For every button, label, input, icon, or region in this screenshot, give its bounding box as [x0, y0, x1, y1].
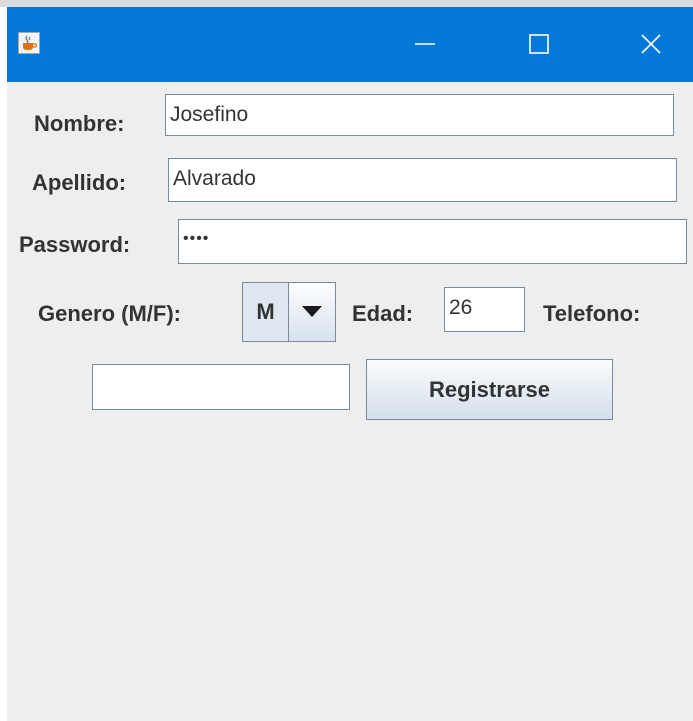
telefono-field[interactable] — [92, 364, 350, 410]
maximize-button[interactable] — [511, 7, 567, 82]
telefono-label: Telefono: — [543, 301, 641, 326]
dropdown-arrow-button[interactable] — [290, 283, 335, 341]
edad-field[interactable]: 26 — [444, 287, 525, 332]
close-icon — [641, 34, 661, 54]
title-bar[interactable] — [7, 7, 693, 82]
genero-label: Genero (M/F): — [38, 301, 181, 326]
chevron-down-icon — [302, 306, 322, 317]
app-window: Nombre: Josefino Apellido: Alvarado Pass… — [7, 7, 693, 721]
apellido-label: Apellido: — [32, 170, 127, 195]
maximize-icon — [529, 34, 549, 54]
registrarse-button[interactable]: Registrarse — [366, 359, 613, 420]
genero-select[interactable]: M — [242, 282, 336, 342]
password-label: Password: — [19, 232, 131, 257]
minimize-icon — [415, 43, 435, 45]
genero-selected-value: M — [243, 283, 289, 341]
minimize-button[interactable] — [397, 7, 453, 82]
password-field[interactable]: •••• — [178, 219, 687, 264]
nombre-label: Nombre: — [34, 111, 125, 136]
apellido-field[interactable]: Alvarado — [168, 158, 677, 202]
edad-label: Edad: — [352, 301, 414, 326]
nombre-field[interactable]: Josefino — [165, 94, 674, 136]
desktop-top-strip — [0, 0, 693, 7]
close-button[interactable] — [623, 7, 679, 82]
java-coffee-icon[interactable] — [18, 32, 40, 54]
